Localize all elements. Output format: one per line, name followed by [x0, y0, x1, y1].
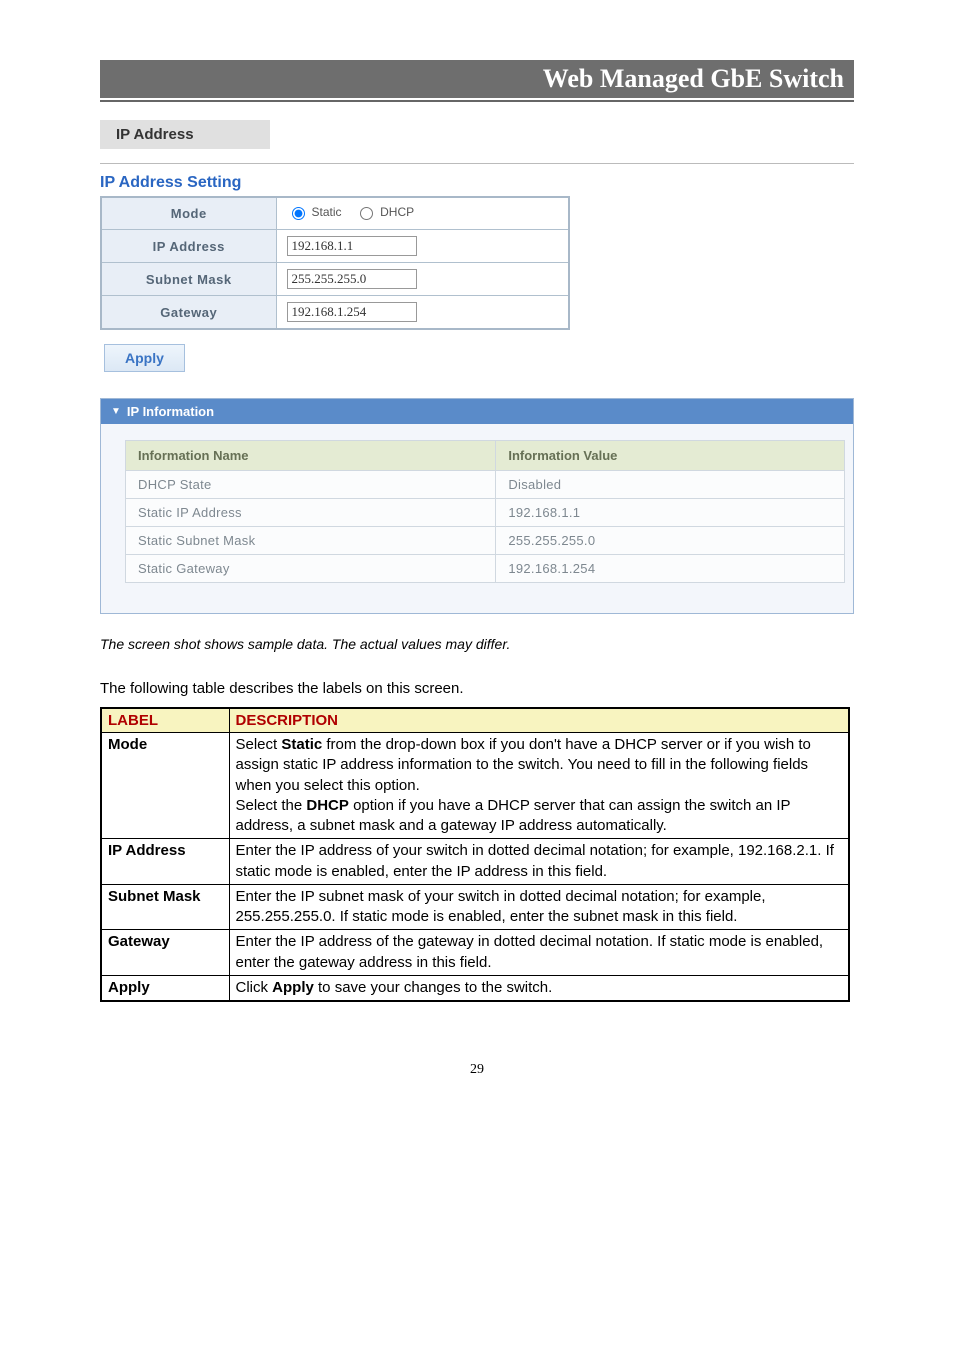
info-value: Disabled	[496, 471, 845, 499]
ip-input[interactable]	[287, 236, 417, 256]
divider	[100, 163, 854, 164]
table-row: Mode Select Static from the drop-down bo…	[101, 733, 849, 839]
apply-button-label: Apply	[125, 350, 164, 366]
mode-label: Mode	[101, 197, 276, 230]
desc-label: Subnet Mask	[101, 884, 229, 930]
table-row: Static Gateway 192.168.1.254	[126, 555, 845, 583]
info-name: Static Subnet Mask	[126, 527, 496, 555]
radio-static[interactable]	[292, 207, 305, 220]
table-row: Static IP Address 192.168.1.1	[126, 499, 845, 527]
desc-text: Select Static from the drop-down box if …	[229, 733, 849, 839]
table-row: Subnet Mask Enter the IP subnet mask of …	[101, 884, 849, 930]
table-row: Static Subnet Mask 255.255.255.0	[126, 527, 845, 555]
gateway-label: Gateway	[101, 296, 276, 330]
desc-th-desc: DESCRIPTION	[229, 708, 849, 733]
section-tab: IP Address	[100, 120, 270, 149]
gateway-input[interactable]	[287, 302, 417, 322]
mask-label: Subnet Mask	[101, 263, 276, 296]
ip-information-table: Information Name Information Value DHCP …	[125, 440, 845, 583]
mask-input[interactable]	[287, 269, 417, 289]
table-row: DHCP State Disabled	[126, 471, 845, 499]
desc-label: IP Address	[101, 839, 229, 885]
desc-text: Enter the IP subnet mask of your switch …	[229, 884, 849, 930]
info-panel-title: IP Information	[127, 404, 214, 419]
ip-information-body: Information Name Information Value DHCP …	[101, 424, 853, 613]
radio-dhcp[interactable]	[360, 207, 373, 220]
apply-button[interactable]: Apply	[104, 344, 185, 372]
description-table: LABEL DESCRIPTION Mode Select Static fro…	[100, 707, 850, 1002]
mode-value-cell: Static DHCP	[276, 197, 569, 230]
page-number: 29	[100, 1062, 854, 1078]
setting-title: IP Address Setting	[100, 174, 854, 192]
radio-dhcp-label: DHCP	[380, 205, 414, 219]
chevron-down-icon: ▼	[111, 406, 121, 417]
desc-label: Mode	[101, 733, 229, 839]
info-name: DHCP State	[126, 471, 496, 499]
ip-information-header[interactable]: ▼ IP Information	[101, 399, 853, 424]
info-value: 255.255.255.0	[496, 527, 845, 555]
info-name: Static Gateway	[126, 555, 496, 583]
desc-label: Gateway	[101, 930, 229, 976]
radio-dhcp-wrap[interactable]: DHCP	[355, 204, 414, 220]
info-th-name: Information Name	[126, 441, 496, 471]
radio-static-label: Static	[312, 205, 342, 219]
info-th-value: Information Value	[496, 441, 845, 471]
table-row: Gateway Enter the IP address of the gate…	[101, 930, 849, 976]
ip-settings-form: Mode Static DHCP IP Address Subnet Mask …	[100, 196, 570, 330]
ip-information-panel: ▼ IP Information Information Name Inform…	[100, 398, 854, 614]
page-title-text: Web Managed GbE Switch	[543, 64, 844, 93]
desc-text: Enter the IP address of the gateway in d…	[229, 930, 849, 976]
desc-th-label: LABEL	[101, 708, 229, 733]
title-underline	[100, 100, 854, 102]
info-value: 192.168.1.1	[496, 499, 845, 527]
info-value: 192.168.1.254	[496, 555, 845, 583]
body-text: The following table describes the labels…	[100, 680, 854, 697]
radio-static-wrap[interactable]: Static	[287, 204, 342, 220]
desc-text: Enter the IP address of your switch in d…	[229, 839, 849, 885]
table-row: Apply Click Apply to save your changes t…	[101, 975, 849, 1001]
screenshot-caption: The screen shot shows sample data. The a…	[100, 636, 854, 652]
page-title-bar: Web Managed GbE Switch	[100, 60, 854, 98]
section-tab-label: IP Address	[116, 126, 194, 143]
info-name: Static IP Address	[126, 499, 496, 527]
desc-label: Apply	[101, 975, 229, 1001]
desc-text: Click Apply to save your changes to the …	[229, 975, 849, 1001]
ip-label: IP Address	[101, 230, 276, 263]
table-row: IP Address Enter the IP address of your …	[101, 839, 849, 885]
